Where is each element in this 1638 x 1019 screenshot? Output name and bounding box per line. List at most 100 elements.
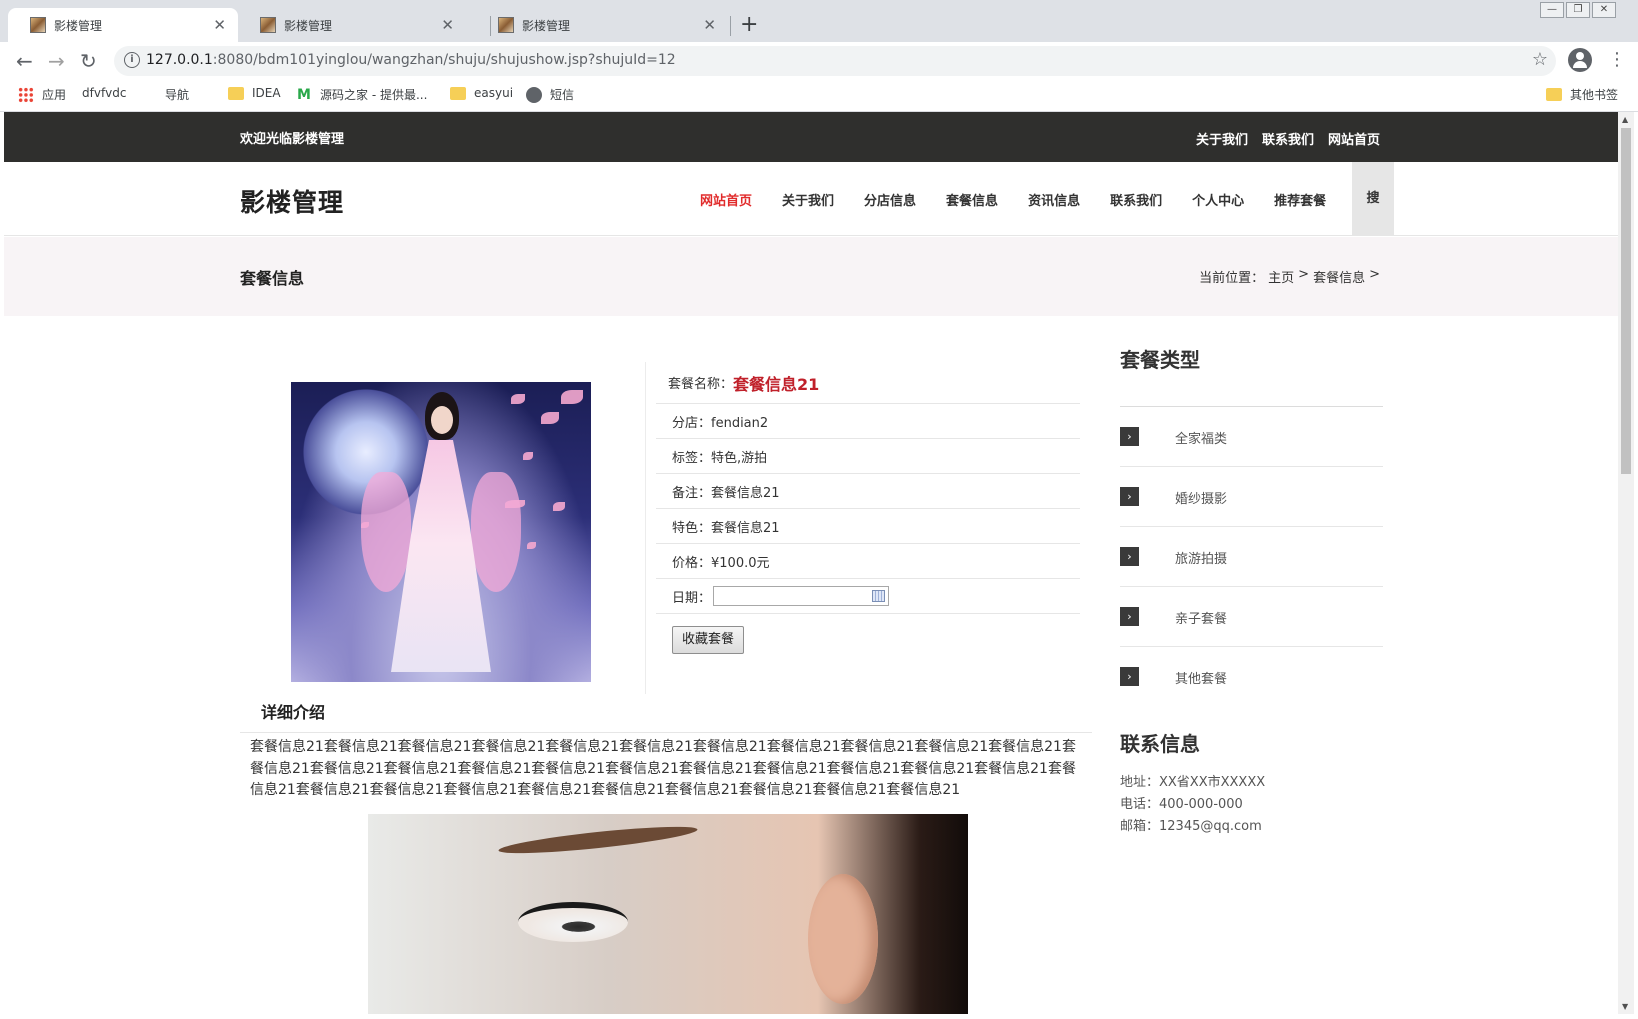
breadcrumb-home[interactable]: 主页 — [1268, 267, 1294, 286]
scroll-down-icon[interactable]: ▼ — [1622, 1002, 1628, 1011]
category-item[interactable]: › 旅游拍摄 — [1120, 527, 1383, 587]
breadcrumb: 当前位置： 主页 > 套餐信息 > — [1199, 267, 1380, 286]
page-title: 套餐信息 — [240, 269, 305, 288]
tab-title: 影楼管理 — [54, 18, 103, 33]
nav-branches[interactable]: 分店信息 — [864, 190, 916, 209]
bookmarks-bar: 应用 dfvfvdc 导航 IDEA M 源码之家 - 提供最... easyu… — [0, 80, 1638, 214]
close-tab-icon[interactable]: ✕ — [703, 16, 716, 34]
browser-tab-2[interactable]: 影楼管理 ✕ — [238, 8, 466, 42]
chevron-right-icon: › — [1120, 427, 1139, 446]
url-text[interactable]: 127.0.0.1:8080/bdm101yinglou/wangzhan/sh… — [146, 52, 676, 68]
minimize-icon[interactable]: — — [1540, 2, 1564, 18]
bookmark-label: 导航 — [165, 88, 190, 102]
other-bookmarks[interactable]: 其他书签 — [1546, 86, 1618, 103]
date-row: 日期： — [656, 579, 1080, 614]
category-item[interactable]: › 全家福类 — [1120, 407, 1383, 467]
restore-icon[interactable]: ❐ — [1566, 2, 1590, 18]
bookmark-label: IDEA — [252, 86, 281, 100]
breadcrumb-sep: > — [1298, 267, 1310, 282]
category-item[interactable]: › 其他套餐 — [1120, 647, 1383, 707]
contact-info: 地址：XX省XX市XXXXX 电话：400-000-000 邮箱：12345@q… — [1120, 772, 1265, 838]
remark-row: 备注：套餐信息21 — [656, 474, 1080, 509]
contact-title: 联系信息 — [1120, 732, 1200, 756]
close-window-icon[interactable]: ✕ — [1592, 2, 1616, 18]
category-label: 亲子套餐 — [1175, 612, 1228, 627]
chevron-right-icon: › — [1120, 487, 1139, 506]
bookmark-star-icon[interactable]: ☆ — [1532, 49, 1548, 70]
main-nav: 网站首页 关于我们 分店信息 套餐信息 资讯信息 联系我们 个人中心 推荐套餐 — [700, 162, 1356, 236]
tab-title: 影楼管理 — [284, 18, 333, 33]
category-label: 全家福类 — [1175, 432, 1228, 447]
bookmark-label: 其他书签 — [1570, 88, 1619, 102]
browser-tab-3[interactable]: 影楼管理 ✕ — [476, 8, 728, 42]
profile-avatar-icon[interactable] — [1568, 48, 1592, 72]
tab-separator — [730, 16, 731, 36]
welcome-text: 欢迎光临影楼管理 — [240, 132, 345, 147]
top-bar: 欢迎光临影楼管理 关于我们 联系我们 网站首页 — [4, 112, 1618, 162]
favorite-package-button[interactable]: 收藏套餐 — [672, 626, 744, 654]
nav-home[interactable]: 网站首页 — [700, 190, 752, 209]
bookmark-label: 源码之家 - 提供最... — [320, 88, 428, 102]
apps-grid-icon — [18, 86, 34, 103]
menu-kebab-icon[interactable]: ⋮ — [1608, 48, 1626, 72]
back-icon[interactable]: ← — [16, 49, 33, 73]
detail-divider — [240, 732, 1092, 733]
category-item[interactable]: › 亲子套餐 — [1120, 587, 1383, 647]
breadcrumb-current[interactable]: 套餐信息 — [1313, 267, 1365, 286]
new-tab-button[interactable]: + — [740, 12, 758, 38]
calendar-icon[interactable] — [872, 590, 886, 602]
nav-news[interactable]: 资讯信息 — [1028, 190, 1080, 209]
bookmark-dfvfvdc[interactable]: dfvfvdc — [82, 86, 126, 214]
browser-tab-1[interactable]: 影楼管理 ✕ — [8, 8, 238, 42]
category-label: 旅游拍摄 — [1175, 552, 1228, 567]
reload-icon[interactable]: ↻ — [80, 49, 97, 73]
category-label: 其他套餐 — [1175, 672, 1228, 687]
top-link-home[interactable]: 网站首页 — [1328, 129, 1380, 148]
date-input[interactable] — [713, 586, 890, 606]
contact-phone: 电话：400-000-000 — [1120, 797, 1243, 812]
nav-contact[interactable]: 联系我们 — [1110, 190, 1162, 209]
close-tab-icon[interactable]: ✕ — [441, 16, 454, 34]
site-header: 影楼管理 网站首页 关于我们 分店信息 套餐信息 资讯信息 联系我们 个人中心 … — [4, 162, 1618, 236]
breadcrumb-prefix: 当前位置： — [1199, 271, 1265, 286]
chevron-right-icon: › — [1120, 547, 1139, 566]
top-link-about[interactable]: 关于我们 — [1196, 129, 1248, 148]
category-item[interactable]: › 婚纱摄影 — [1120, 467, 1383, 527]
close-tab-icon[interactable]: ✕ — [213, 16, 226, 34]
package-types-title: 套餐类型 — [1120, 348, 1200, 372]
scroll-thumb[interactable] — [1621, 128, 1631, 474]
forward-icon[interactable]: → — [48, 49, 65, 73]
globe-icon — [526, 86, 542, 103]
site-logo[interactable]: 影楼管理 — [240, 183, 344, 219]
nav-profile[interactable]: 个人中心 — [1192, 190, 1244, 209]
scroll-up-icon[interactable]: ▲ — [1622, 115, 1628, 124]
nav-packages[interactable]: 套餐信息 — [946, 190, 998, 209]
contact-email: 邮箱：12345@qq.com — [1120, 819, 1262, 834]
search-button[interactable]: 搜 — [1352, 162, 1394, 236]
bookmark-idea[interactable]: IDEA — [228, 86, 281, 100]
top-link-contact[interactable]: 联系我们 — [1262, 129, 1314, 148]
bookmark-sms[interactable]: 短信 — [526, 86, 574, 103]
folder-icon — [1546, 88, 1562, 101]
bookmark-label: 应用 — [42, 88, 67, 102]
contact-address: 地址：XX省XX市XXXXX — [1120, 775, 1266, 790]
nav-about[interactable]: 关于我们 — [782, 190, 834, 209]
bookmark-apps[interactable]: 应用 — [18, 86, 66, 103]
page-scrollbar[interactable]: ▲ ▼ — [1618, 112, 1634, 1014]
bookmark-nav[interactable]: 导航 — [165, 86, 190, 214]
product-name-label: 套餐名称： — [668, 377, 734, 392]
detail-title: 详细介绍 — [261, 703, 326, 722]
bookmark-yuanma[interactable]: M 源码之家 - 提供最... — [296, 86, 427, 103]
bookmark-easyui[interactable]: easyui — [450, 86, 513, 100]
top-links: 关于我们 联系我们 网站首页 — [1196, 129, 1380, 148]
m-logo-icon: M — [296, 86, 312, 103]
nav-recommended[interactable]: 推荐套餐 — [1274, 190, 1326, 209]
folder-icon — [450, 86, 466, 100]
site-info-icon[interactable]: i — [124, 52, 140, 68]
bookmark-label: easyui — [474, 86, 514, 100]
address-bar[interactable]: i 127.0.0.1:8080/bdm101yinglou/wangzhan/… — [114, 46, 1556, 76]
product-name-row: 套餐名称： 套餐信息21 — [656, 362, 1080, 404]
product-photo — [291, 382, 591, 682]
detail-text: 套餐信息21套餐信息21套餐信息21套餐信息21套餐信息21套餐信息21套餐信息… — [250, 739, 1076, 798]
chevron-right-icon: › — [1120, 667, 1139, 686]
